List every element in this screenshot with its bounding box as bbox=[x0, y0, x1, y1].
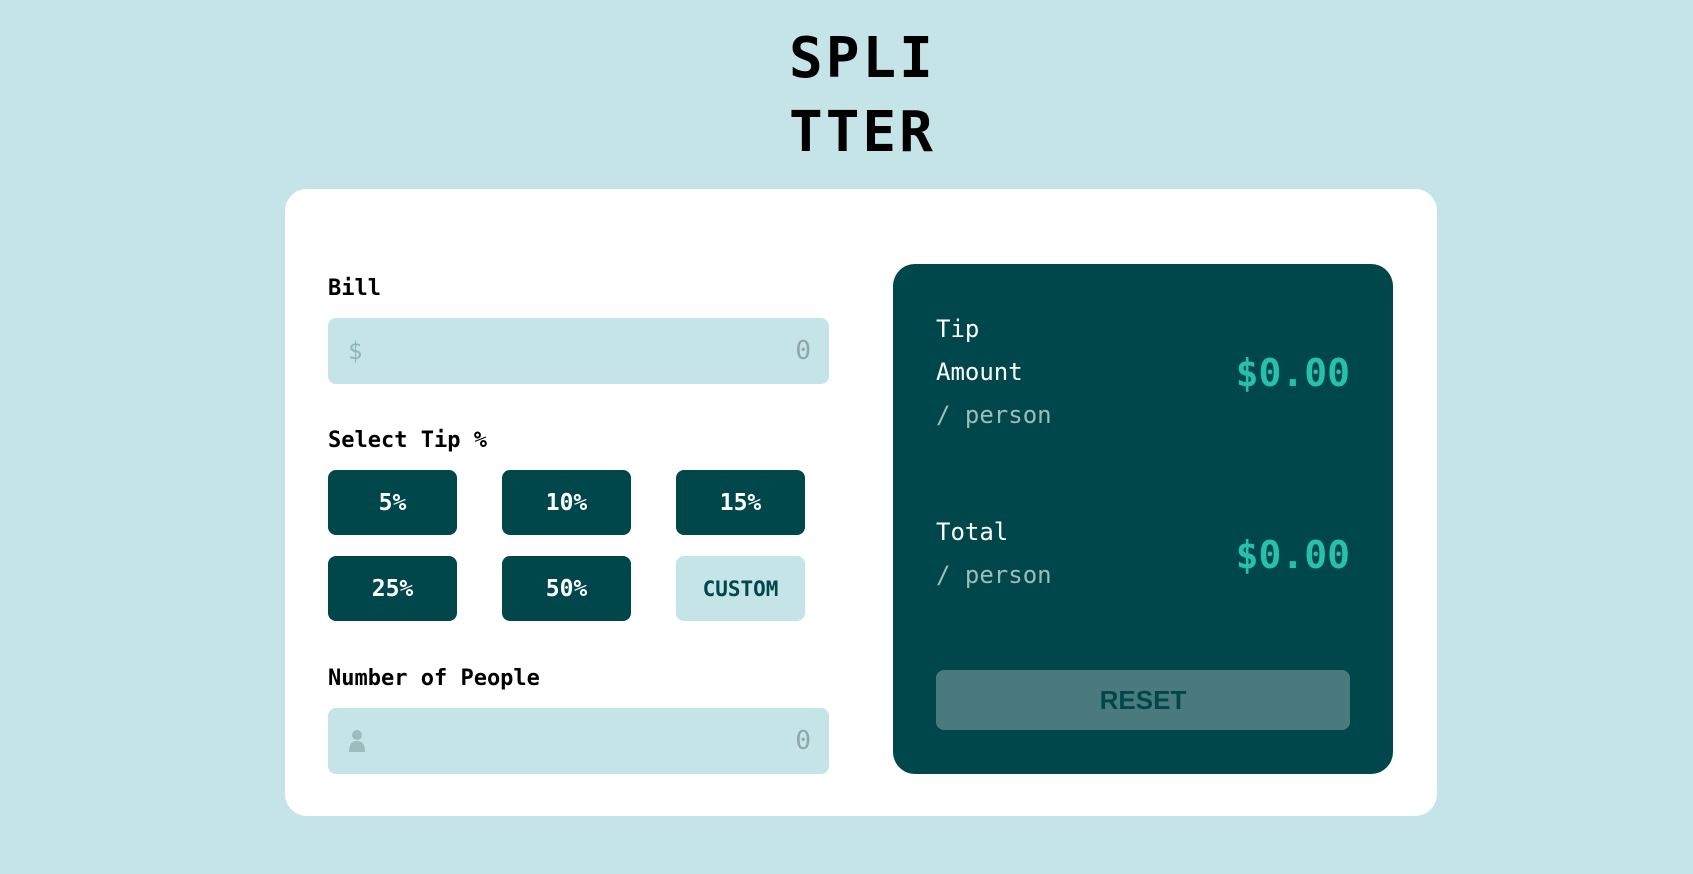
tip-50-button[interactable]: 50% bbox=[502, 556, 631, 621]
tip-25-button[interactable]: 25% bbox=[328, 556, 457, 621]
bill-input[interactable]: $ 0 bbox=[328, 318, 829, 384]
people-input[interactable]: 0 bbox=[328, 708, 829, 774]
logo-line-1: SPLI bbox=[789, 26, 936, 91]
tip-10-button[interactable]: 10% bbox=[502, 470, 631, 535]
tip-label-line2: Amount bbox=[936, 358, 1023, 386]
tip-per-person-label: / person bbox=[936, 401, 1052, 429]
total-amount-value: $0.00 bbox=[1235, 533, 1350, 577]
total-label-block: Total / person bbox=[936, 511, 1052, 597]
app-logo: SPLI TTER bbox=[789, 22, 949, 170]
logo-line-2: TTER bbox=[789, 100, 936, 165]
select-tip-label: Select Tip % bbox=[328, 428, 487, 453]
total-label: Total bbox=[936, 518, 1009, 546]
tip-5-button[interactable]: 5% bbox=[328, 470, 457, 535]
tip-label-line1: Tip bbox=[936, 315, 980, 343]
tip-amount-label: Tip Amount / person bbox=[936, 308, 1052, 437]
results-panel: Tip Amount / person $0.00 Total / person… bbox=[893, 264, 1393, 774]
bill-value: 0 bbox=[795, 336, 811, 366]
tip-15-button[interactable]: 15% bbox=[676, 470, 805, 535]
tip-custom-input[interactable]: CUSTOM bbox=[676, 556, 805, 621]
bill-label: Bill bbox=[328, 276, 381, 301]
calculator-card: Bill $ 0 Select Tip % 5% 10% 15% 25% 50%… bbox=[285, 189, 1437, 816]
reset-button[interactable]: RESET bbox=[936, 670, 1350, 730]
tip-amount-value: $0.00 bbox=[1235, 351, 1350, 395]
people-value: 0 bbox=[795, 726, 811, 756]
dollar-icon: $ bbox=[348, 337, 363, 365]
people-label: Number of People bbox=[328, 666, 540, 691]
total-per-person-label: / person bbox=[936, 561, 1052, 589]
person-icon bbox=[348, 729, 366, 753]
